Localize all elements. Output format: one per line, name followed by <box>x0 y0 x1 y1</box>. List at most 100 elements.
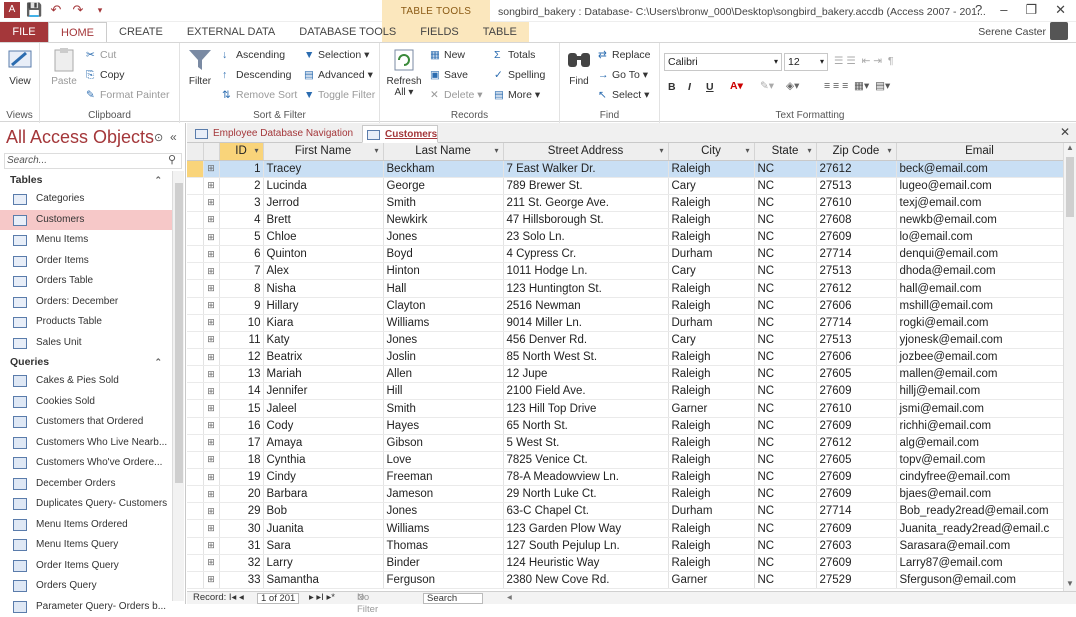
nav-item-query[interactable]: December Orders <box>0 474 172 495</box>
expand-icon[interactable]: ⊞ <box>203 486 219 503</box>
cell-last-name[interactable]: Love <box>383 451 503 468</box>
cell-city[interactable]: Raleigh <box>668 486 754 503</box>
row-selector[interactable] <box>187 366 203 383</box>
cell-zip-code[interactable]: 27513 <box>816 263 896 280</box>
cell-zip-code[interactable]: 27714 <box>816 246 896 263</box>
view-button[interactable]: View <box>4 47 36 87</box>
cell-email[interactable]: denqui@email.com <box>896 246 1063 263</box>
collapse-icon[interactable]: ⌃ <box>154 171 162 189</box>
cell-first-name[interactable]: Alex <box>263 263 383 280</box>
cell-zip-code[interactable]: 27610 <box>816 194 896 211</box>
cell-first-name[interactable]: Mariah <box>263 366 383 383</box>
cell-id[interactable]: 15 <box>219 400 263 417</box>
tab-home[interactable]: HOME <box>48 22 107 42</box>
cell-first-name[interactable]: Chloe <box>263 229 383 246</box>
cell-id[interactable]: 19 <box>219 469 263 486</box>
nav-item-query[interactable]: Cakes & Pies Sold <box>0 371 172 392</box>
cell-street-address[interactable]: 7 East Walker Dr. <box>503 160 668 177</box>
cell-last-name[interactable]: Allen <box>383 366 503 383</box>
cell-last-name[interactable]: Jones <box>383 503 503 520</box>
cell-email[interactable]: jozbee@email.com <box>896 349 1063 366</box>
cell-id[interactable]: 14 <box>219 383 263 400</box>
expand-icon[interactable]: ⊞ <box>203 366 219 383</box>
collapse-pane-icon[interactable]: « <box>170 130 177 144</box>
cell-first-name[interactable]: Hillary <box>263 297 383 314</box>
cell-state[interactable]: NC <box>754 554 816 571</box>
expand-icon[interactable]: ⊞ <box>203 469 219 486</box>
cell-state[interactable]: NC <box>754 383 816 400</box>
nav-section-queries[interactable]: Queries⌃ <box>0 353 172 371</box>
cell-city[interactable]: Raleigh <box>668 520 754 537</box>
row-selector[interactable] <box>187 554 203 571</box>
cell-last-name[interactable]: Clayton <box>383 297 503 314</box>
save-record-button[interactable]: ▣Save <box>430 69 468 81</box>
descending-button[interactable]: ↑Descending <box>222 69 291 81</box>
row-selector[interactable] <box>187 246 203 263</box>
table-row[interactable]: ⊞2LucindaGeorge789 Brewer St.CaryNC27513… <box>187 177 1063 194</box>
cell-email[interactable]: bjaes@email.com <box>896 486 1063 503</box>
cell-last-name[interactable]: Jameson <box>383 486 503 503</box>
cell-id[interactable]: 4 <box>219 211 263 228</box>
nav-item-products-table[interactable]: Products Table <box>0 312 172 333</box>
totals-button[interactable]: ΣTotals <box>494 49 535 61</box>
cell-street-address[interactable]: 2516 Newman <box>503 297 668 314</box>
align-icons[interactable]: ≡ ≡ ≡ ▦▾ ▤▾ <box>824 80 890 92</box>
cell-street-address[interactable]: 456 Denver Rd. <box>503 331 668 348</box>
table-row[interactable]: ⊞10KiaraWilliams9014 Miller Ln.DurhamNC2… <box>187 314 1063 331</box>
tab-employee-database-navigation[interactable]: Employee Database Navigation <box>191 125 359 143</box>
expand-icon[interactable]: ⊞ <box>203 554 219 571</box>
row-selector[interactable] <box>187 194 203 211</box>
cell-street-address[interactable]: 211 St. George Ave. <box>503 194 668 211</box>
cell-city[interactable]: Cary <box>668 177 754 194</box>
select-button[interactable]: ↖Select ▾ <box>598 89 649 101</box>
nav-section-tables[interactable]: Tables⌃ <box>0 171 172 189</box>
cell-last-name[interactable]: Freeman <box>383 469 503 486</box>
cell-email[interactable]: lugeo@email.com <box>896 177 1063 194</box>
cell-last-name[interactable]: Newkirk <box>383 211 503 228</box>
cell-zip-code[interactable]: 27603 <box>816 537 896 554</box>
sort-dropdown-icon[interactable]: ▾ <box>254 146 258 155</box>
cell-email[interactable]: beck@email.com <box>896 160 1063 177</box>
col-header-city[interactable]: City▾ <box>668 143 754 160</box>
cell-zip-code[interactable]: 27606 <box>816 349 896 366</box>
cell-first-name[interactable]: Jennifer <box>263 383 383 400</box>
tab-table[interactable]: TABLE <box>471 22 529 42</box>
expand-icon[interactable]: ⊞ <box>203 537 219 554</box>
cell-email[interactable]: Sarasara@email.com <box>896 537 1063 554</box>
expand-icon[interactable]: ⊞ <box>203 263 219 280</box>
paste-button[interactable]: Paste <box>46 47 82 87</box>
cell-state[interactable]: NC <box>754 486 816 503</box>
remove-sort-button[interactable]: ⇅Remove Sort <box>222 89 297 101</box>
cell-email[interactable]: Larry87@email.com <box>896 554 1063 571</box>
expand-icon[interactable]: ⊞ <box>203 451 219 468</box>
underline-button[interactable]: U <box>706 81 714 93</box>
expand-icon[interactable]: ⊞ <box>203 349 219 366</box>
minimize-button[interactable]: – <box>1000 2 1007 18</box>
cell-city[interactable]: Raleigh <box>668 554 754 571</box>
format-painter-button[interactable]: ✎Format Painter <box>86 89 169 101</box>
spelling-button[interactable]: ✓Spelling <box>494 69 545 81</box>
tab-fields[interactable]: FIELDS <box>408 22 471 42</box>
row-selector[interactable] <box>187 537 203 554</box>
cell-zip-code[interactable]: 27609 <box>816 520 896 537</box>
cell-zip-code[interactable]: 27513 <box>816 331 896 348</box>
cell-last-name[interactable]: Ferguson <box>383 571 503 588</box>
cell-id[interactable]: 8 <box>219 280 263 297</box>
new-record-button[interactable]: ▦New <box>430 49 465 61</box>
search-icon[interactable]: ⚲ <box>168 153 176 166</box>
goto-button[interactable]: →Go To ▾ <box>598 69 648 81</box>
expand-icon[interactable]: ⊞ <box>203 417 219 434</box>
cell-id[interactable]: 12 <box>219 349 263 366</box>
cell-street-address[interactable]: 29 North Luke Ct. <box>503 486 668 503</box>
cell-id[interactable]: 3 <box>219 194 263 211</box>
expand-icon[interactable]: ⊞ <box>203 503 219 520</box>
cell-state[interactable]: NC <box>754 246 816 263</box>
cell-street-address[interactable]: 7825 Venice Ct. <box>503 451 668 468</box>
cell-first-name[interactable]: Brett <box>263 211 383 228</box>
table-row[interactable]: ⊞12BeatrixJoslin85 North West St.Raleigh… <box>187 349 1063 366</box>
table-row[interactable]: ⊞5ChloeJones23 Solo Ln.RaleighNC27609lo@… <box>187 229 1063 246</box>
cell-first-name[interactable]: Lucinda <box>263 177 383 194</box>
cell-street-address[interactable]: 78-A Meadowview Ln. <box>503 469 668 486</box>
cell-last-name[interactable]: Beckham <box>383 160 503 177</box>
table-row[interactable]: ⊞8NishaHall123 Huntington St.RaleighNC27… <box>187 280 1063 297</box>
